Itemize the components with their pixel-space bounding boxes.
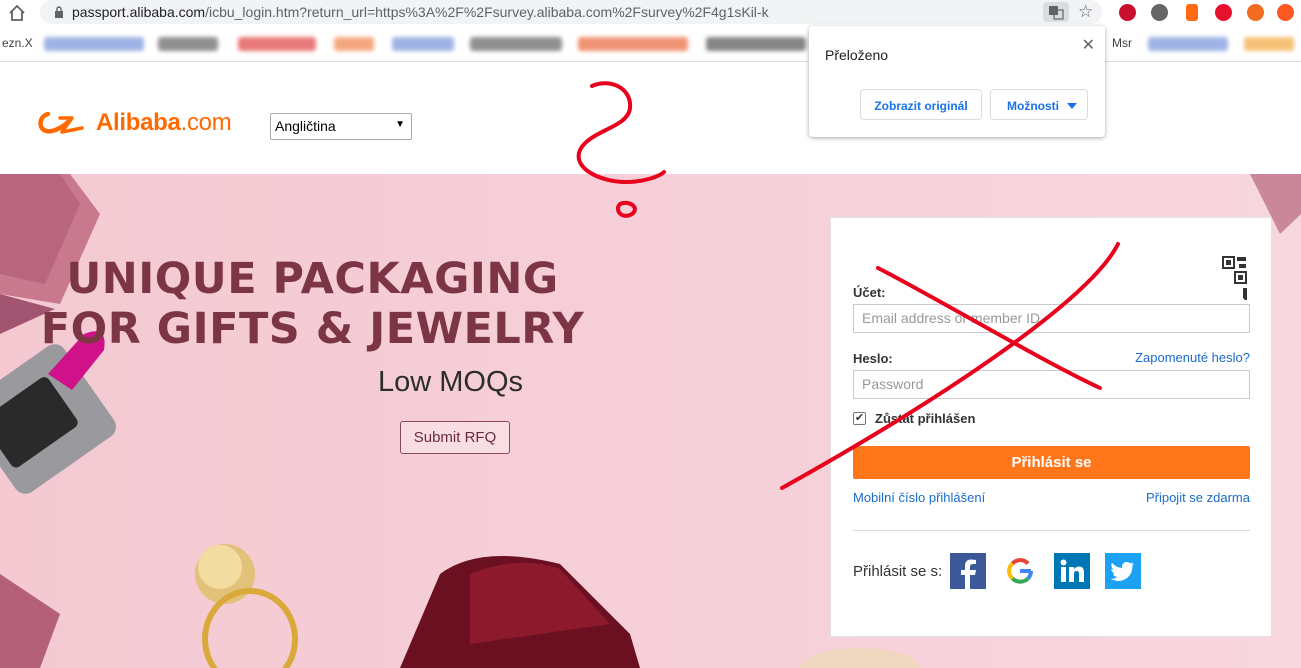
options-button-label: Možnosti — [1007, 99, 1059, 113]
logo-text: Alibaba.com — [96, 109, 232, 137]
extension-b-icon[interactable] — [1186, 4, 1198, 21]
sign-in-button[interactable]: Přihlásit se — [853, 446, 1250, 479]
banner-subhead: Low MOQs — [378, 366, 524, 398]
address-bar[interactable]: passport.alibaba.com/icbu_login.htm?retu… — [40, 0, 1102, 24]
translate-icon[interactable] — [1043, 2, 1069, 22]
twitter-icon[interactable] — [1105, 553, 1141, 589]
caret-down-icon: ▼ — [395, 119, 405, 130]
stay-signed-in-checkbox[interactable]: ✔ — [853, 412, 866, 425]
extension-target-icon[interactable] — [1215, 4, 1232, 21]
extension-orange-icon[interactable] — [1247, 4, 1264, 21]
qr-code-icon[interactable] — [1199, 254, 1249, 304]
extension-shield-icon[interactable] — [1277, 4, 1294, 21]
login-card: Účet: Email address or member ID Heslo: … — [830, 217, 1272, 637]
banner-headline: UNIQUE PACKAGING — [66, 254, 559, 304]
options-button[interactable]: Možnosti — [990, 89, 1088, 120]
logo-text-bold: Alibaba — [96, 109, 181, 136]
page-header: Alibaba.com Angličtina ▼ — [0, 62, 1301, 174]
divider — [853, 530, 1250, 531]
promo-banner[interactable]: UNIQUE PACKAGING FOR GIFTS & JEWELRY Low… — [0, 174, 1301, 668]
bookmark-item-blurred[interactable] — [44, 37, 144, 51]
logo-text-suffix: .com — [180, 109, 232, 136]
bookmark-item-blurred[interactable] — [158, 37, 218, 51]
caret-down-icon — [1067, 103, 1077, 109]
bookmark-item[interactable]: ezn.X — [2, 36, 33, 50]
alibaba-logo-icon — [38, 111, 84, 134]
forgot-password-link[interactable]: Zapomenuté heslo? — [1135, 350, 1250, 365]
google-icon[interactable] — [1002, 553, 1038, 589]
bookmark-star-icon[interactable]: ☆ — [1078, 2, 1093, 22]
account-input[interactable]: Email address or member ID — [853, 304, 1250, 333]
bookmarks-bar: ezn.X Msr — [0, 26, 1301, 62]
lock-icon[interactable] — [54, 6, 64, 18]
bookmark-item-blurred[interactable] — [578, 37, 688, 51]
banner-headline: FOR GIFTS & JEWELRY — [40, 304, 585, 354]
account-label: Účet: — [853, 285, 886, 300]
facebook-icon[interactable] — [950, 553, 986, 589]
password-label: Heslo: — [853, 351, 893, 366]
adblock-plus-icon[interactable] — [1119, 4, 1136, 21]
bookmark-item-blurred[interactable] — [1148, 37, 1228, 51]
bookmark-item-blurred[interactable] — [334, 37, 374, 51]
extension-film-icon[interactable] — [1151, 4, 1168, 21]
bookmark-item-blurred[interactable] — [392, 37, 454, 51]
url-path: /icbu_login.htm?return_url=https%3A%2F%2… — [205, 4, 769, 20]
bookmark-item-blurred[interactable] — [238, 37, 316, 51]
password-input[interactable]: Password — [853, 370, 1250, 399]
close-icon[interactable]: ✕ — [1082, 35, 1095, 55]
url-host: passport.alibaba.com — [72, 4, 206, 20]
translate-popup: Přeloženo ✕ Zobrazit originál Možnosti — [809, 26, 1105, 137]
social-login-label: Přihlásit se s: — [853, 563, 943, 580]
bookmark-item-blurred[interactable] — [706, 37, 806, 51]
bookmark-item-blurred[interactable] — [470, 37, 562, 51]
url-text[interactable]: passport.alibaba.com/icbu_login.htm?retu… — [72, 4, 769, 20]
stay-signed-in-label[interactable]: Zůstat přihlášen — [875, 411, 975, 426]
bookmark-item-blurred[interactable] — [1244, 37, 1294, 51]
join-free-link[interactable]: Připojit se zdarma — [1146, 490, 1250, 505]
show-original-button[interactable]: Zobrazit originál — [860, 89, 982, 120]
bookmark-item[interactable]: Msr — [1112, 36, 1132, 50]
alibaba-logo[interactable]: Alibaba.com — [38, 106, 232, 138]
language-select-value: Angličtina — [275, 118, 336, 134]
browser-toolbar: passport.alibaba.com/icbu_login.htm?retu… — [0, 0, 1301, 26]
linkedin-icon[interactable] — [1054, 553, 1090, 589]
mobile-login-link[interactable]: Mobilní číslo přihlášení — [853, 490, 985, 505]
home-icon[interactable] — [8, 4, 26, 22]
submit-rfq-button[interactable]: Submit RFQ — [400, 421, 510, 454]
language-select[interactable]: Angličtina ▼ — [270, 113, 412, 140]
popup-title: Přeloženo — [825, 47, 889, 63]
